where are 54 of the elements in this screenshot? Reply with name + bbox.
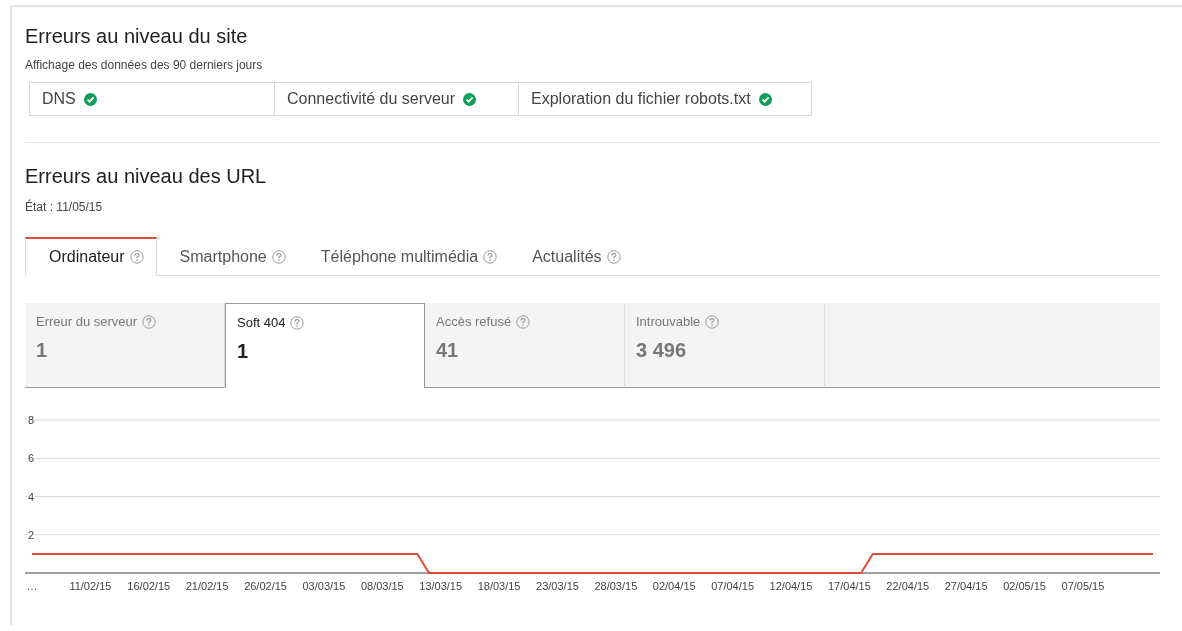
x-tick-label: 26/02/15 (244, 580, 287, 592)
x-tick-label: 13/03/15 (419, 580, 463, 592)
help-icon[interactable] (516, 314, 531, 329)
metric-tile[interactable]: Introuvable 3 496 (625, 303, 825, 388)
help-icon[interactable] (483, 249, 498, 264)
x-tick-label: … (26, 580, 38, 592)
status-date: État : 11/05/15 (25, 200, 104, 214)
x-tick-label: 02/05/15 (1003, 580, 1046, 592)
status-label: DNS (42, 90, 76, 108)
help-icon[interactable] (705, 314, 720, 329)
metric-value: 41 (436, 339, 460, 362)
tab[interactable]: Smartphone (156, 238, 298, 276)
metric-value: 1 (237, 340, 250, 363)
tab[interactable]: Téléphone multimédia (297, 238, 510, 276)
metric-value: 3 496 (636, 339, 688, 362)
help-icon[interactable] (142, 314, 157, 329)
section-subtitle: Affichage des données des 90 derniers jours (25, 58, 264, 72)
help-icon[interactable] (129, 250, 144, 264)
metric-tile[interactable]: Erreur du serveur 1 (25, 303, 225, 388)
x-tick-label: 21/02/15 (185, 580, 229, 592)
help-icon[interactable] (606, 249, 621, 264)
tab[interactable]: Actualités (509, 238, 633, 276)
metric-value: 1 (36, 339, 49, 362)
y-tick-label: 8 (28, 414, 35, 426)
x-tick-label: 08/03/15 (360, 580, 404, 592)
x-tick-label: 07/04/15 (711, 580, 755, 592)
help-icon[interactable] (290, 315, 305, 330)
x-tick-label: 23/03/15 (536, 580, 579, 592)
x-tick-label: 22/04/15 (886, 580, 930, 592)
metric-tile[interactable]: Soft 404 1 (225, 303, 425, 388)
status-label: Connectivité du serveur (287, 90, 456, 108)
section-title: Erreurs au niveau des URL (25, 165, 267, 188)
section-title: Erreurs au niveau du site (25, 25, 248, 48)
x-tick-label: 28/03/15 (594, 580, 638, 592)
x-tick-label: 11/02/15 (69, 580, 112, 592)
x-tick-label: 16/02/15 (127, 580, 171, 592)
x-tick-label: 17/04/15 (828, 580, 871, 592)
x-tick-label: 07/05/15 (1061, 580, 1105, 592)
metric-label: Introuvable (636, 314, 701, 329)
metric-tile[interactable]: Accès refusé 41 (425, 303, 625, 388)
x-tick-label: 02/04/15 (652, 580, 696, 592)
status-label: Exploration du fichier robots.txt (531, 90, 751, 108)
metric-label: Accès refusé (436, 314, 512, 329)
tab[interactable]: Ordinateur (25, 237, 157, 276)
metric-label: Erreur du serveur (36, 314, 138, 329)
y-tick-label: 6 (28, 452, 35, 465)
y-tick-label: 4 (28, 490, 35, 503)
x-tick-label: 03/03/15 (302, 580, 346, 592)
x-tick-label: 18/03/15 (477, 580, 521, 592)
y-tick-label: 2 (28, 528, 35, 541)
metric-label: Soft 404 (237, 315, 286, 330)
help-icon[interactable] (271, 249, 286, 264)
x-tick-label: 12/04/15 (769, 580, 813, 592)
x-tick-label: 27/04/15 (944, 580, 988, 592)
